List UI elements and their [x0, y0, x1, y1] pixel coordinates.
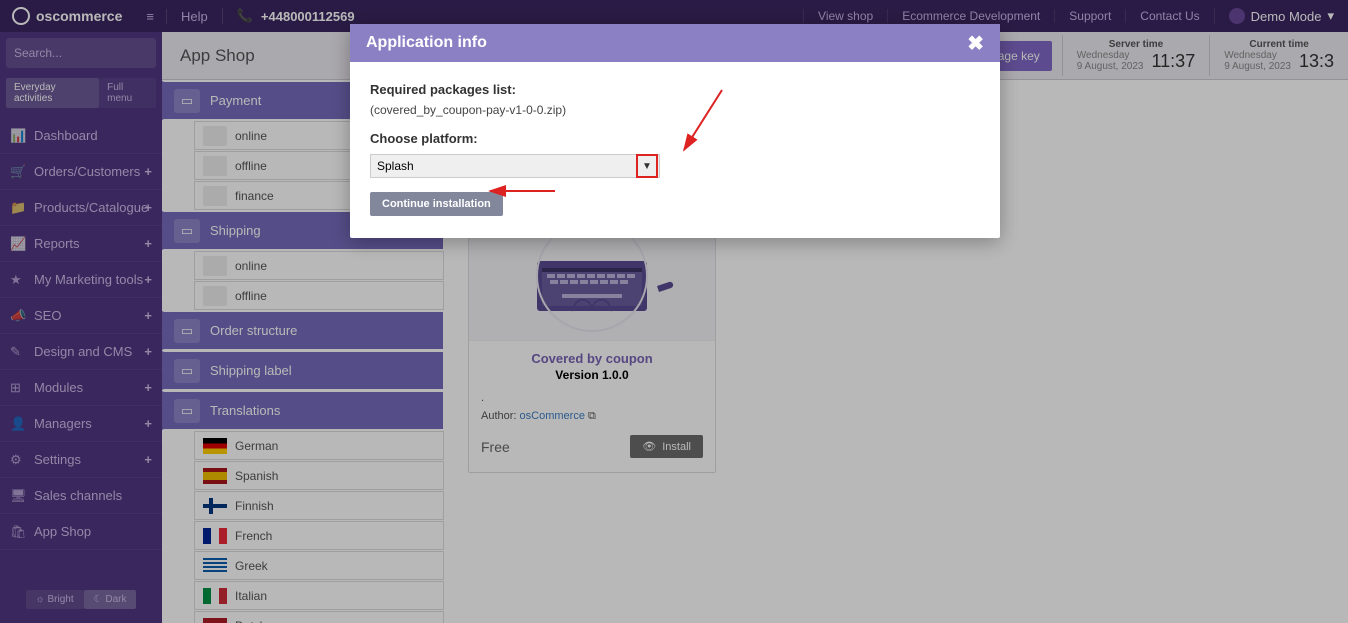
modal-title: Application info [366, 34, 487, 52]
annotation-arrow-2 [485, 183, 565, 199]
modal-header: Application info ✖ [350, 24, 1000, 62]
platform-select[interactable]: Splash [370, 154, 660, 178]
chevron-down-icon[interactable]: ▼ [636, 154, 658, 178]
continue-installation-button[interactable]: Continue installation [370, 192, 503, 216]
annotation-arrow-1 [674, 85, 734, 165]
close-icon[interactable]: ✖ [967, 31, 984, 56]
